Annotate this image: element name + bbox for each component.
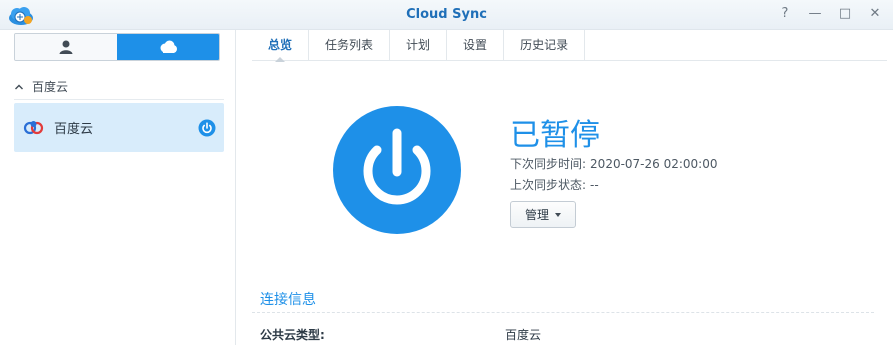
divider xyxy=(252,312,874,313)
sidebar-item-label: 百度云 xyxy=(54,122,94,137)
tab-bar: 总览 任务列表 计划 设置 历史记录 xyxy=(252,30,887,62)
chevron-up-icon xyxy=(15,84,23,89)
power-icon xyxy=(333,106,461,234)
sync-status-title: 已暂停 xyxy=(510,118,600,153)
manage-label: 管理 xyxy=(524,208,549,222)
maximize-button[interactable]: □ xyxy=(837,6,853,22)
cloud-view-button[interactable] xyxy=(117,34,219,60)
cloud-section-header[interactable]: 百度云 xyxy=(14,74,224,100)
user-icon xyxy=(59,40,73,54)
tab-overview[interactable]: 总览 xyxy=(252,30,310,62)
tab-task-list[interactable]: 任务列表 xyxy=(309,30,391,61)
window-controls: ? — □ ✕ xyxy=(777,6,883,22)
next-sync-row: 下次同步时间: 2020-07-26 02:00:00 xyxy=(510,155,718,172)
caret-down-icon xyxy=(555,212,561,217)
minimize-button[interactable]: — xyxy=(807,6,823,22)
title-bar: Cloud Sync ? — □ ✕ xyxy=(0,0,893,30)
tab-schedule[interactable]: 计划 xyxy=(390,30,448,61)
cloud-icon xyxy=(160,40,177,53)
tab-settings[interactable]: 设置 xyxy=(447,30,505,61)
baidu-cloud-icon xyxy=(23,120,44,134)
cloud-section-label: 百度云 xyxy=(32,80,69,94)
user-view-button[interactable] xyxy=(15,34,117,60)
manage-dropdown-button[interactable]: 管理 xyxy=(510,201,576,228)
help-button[interactable]: ? xyxy=(777,6,793,22)
next-sync-label: 下次同步时间: xyxy=(510,157,587,171)
tab-history[interactable]: 历史记录 xyxy=(504,30,586,61)
sidebar: 百度云 百度云 xyxy=(0,30,236,345)
last-status-label: 上次同步状态: xyxy=(510,178,587,192)
power-status-icon[interactable] xyxy=(198,119,216,137)
view-toggle xyxy=(14,33,220,61)
last-status-value: -- xyxy=(590,178,599,192)
last-status-row: 上次同步状态: -- xyxy=(510,176,599,193)
connection-info-title: 连接信息 xyxy=(260,292,316,308)
window-title: Cloud Sync xyxy=(406,7,487,22)
next-sync-value: 2020-07-26 02:00:00 xyxy=(590,157,718,171)
sidebar-item-baidu-cloud[interactable]: 百度云 xyxy=(14,103,224,152)
close-button[interactable]: ✕ xyxy=(867,6,883,22)
cloud-type-label: 公共云类型: xyxy=(260,328,325,342)
cloud-type-value: 百度云 xyxy=(505,328,542,342)
